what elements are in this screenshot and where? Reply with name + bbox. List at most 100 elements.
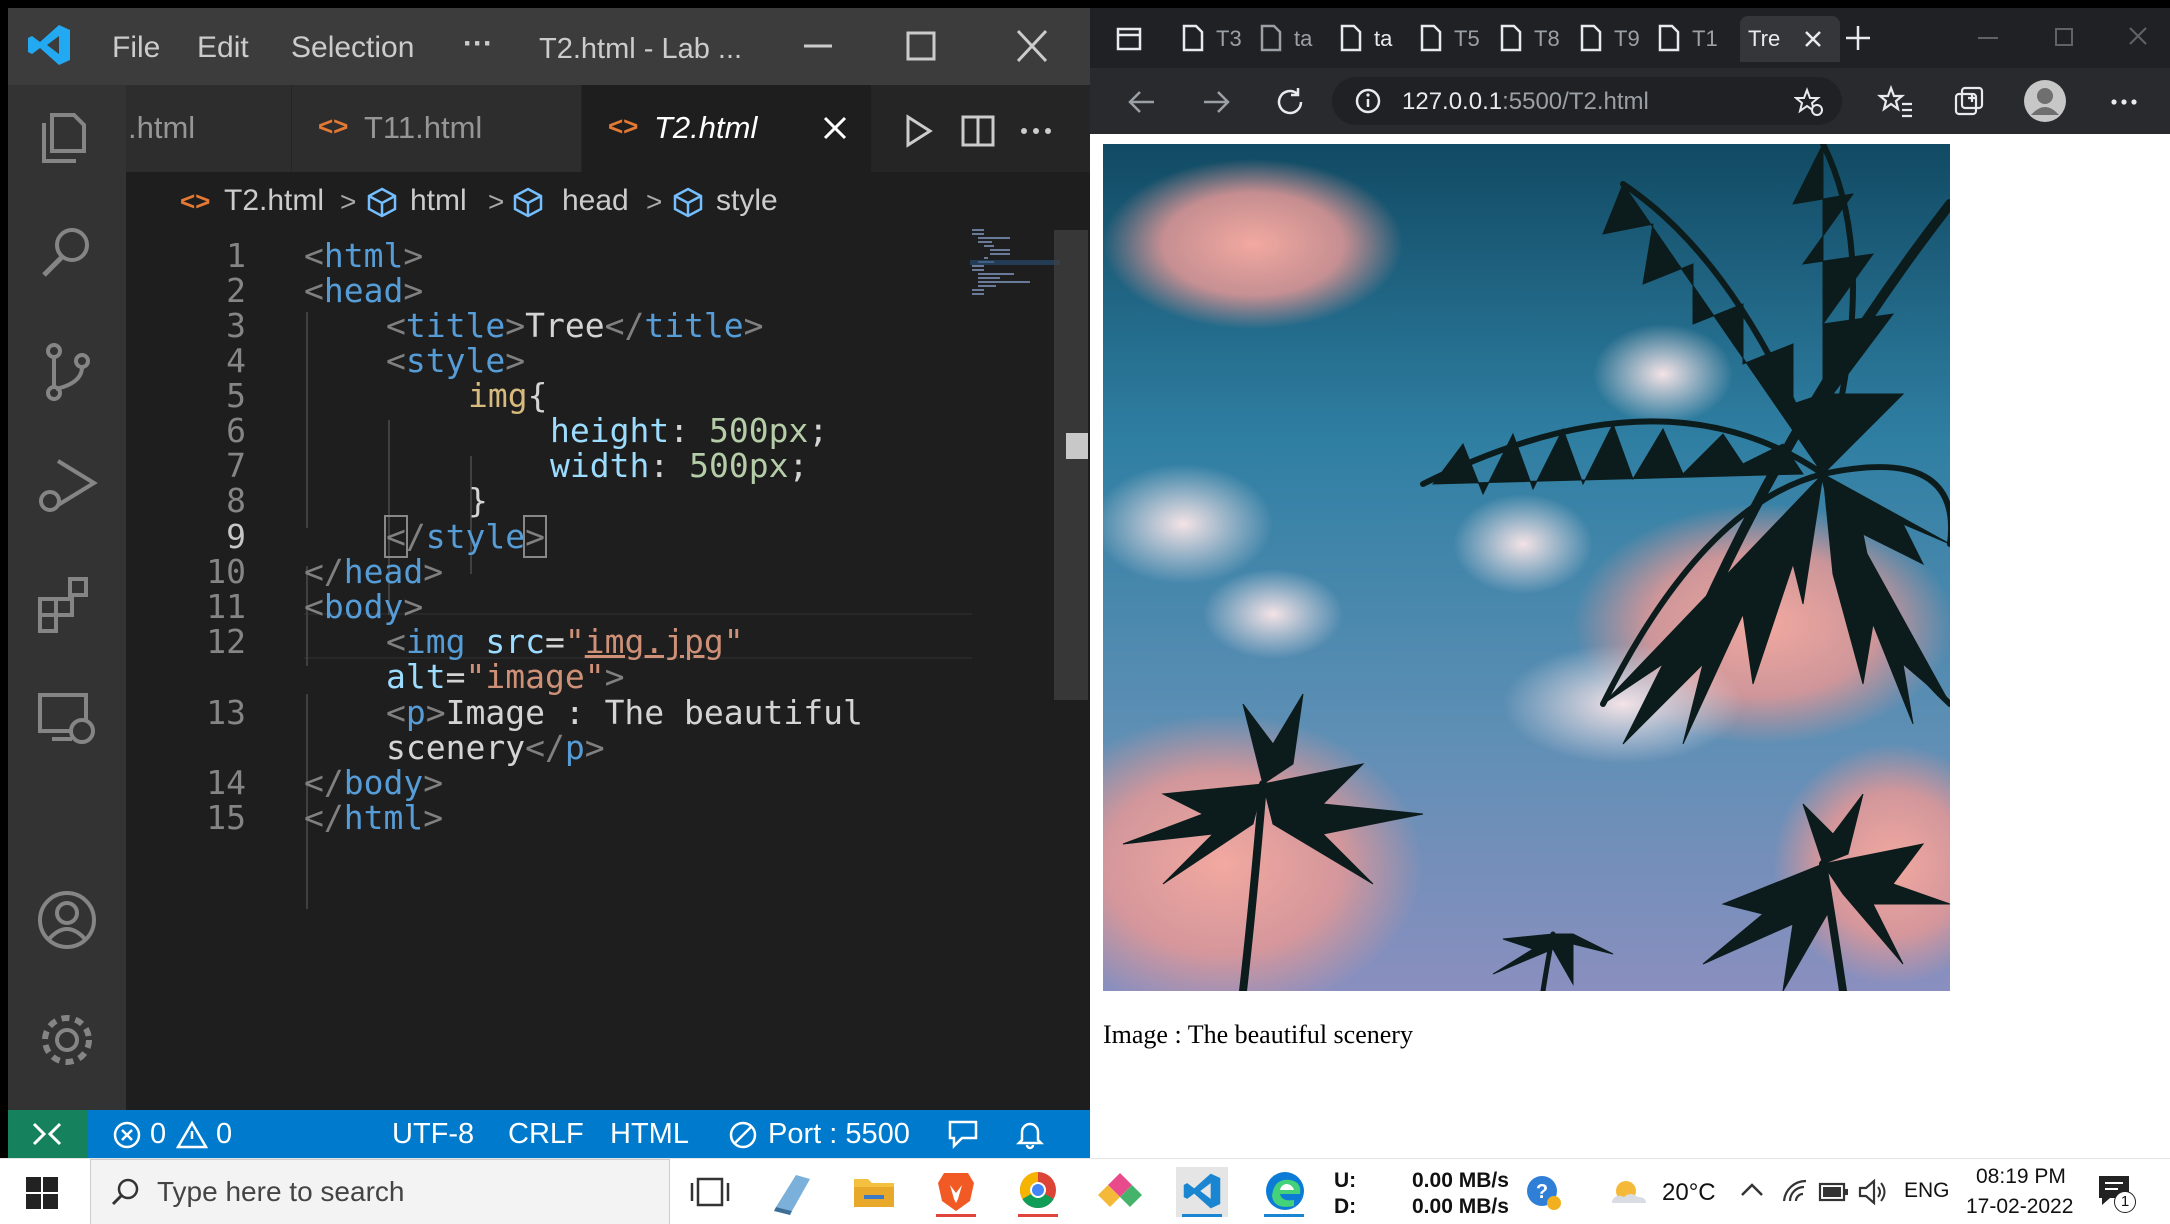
vscode-logo-icon [1183, 1173, 1221, 1209]
menu-edit[interactable]: Edit [197, 31, 249, 65]
breadcrumb-html[interactable]: html [410, 184, 467, 218]
remote-icon [32, 1122, 62, 1146]
tab-actions-icon[interactable] [1114, 24, 1144, 54]
code-line-3: <title>Tree</title> [386, 306, 764, 345]
breadcrumb-head[interactable]: head [562, 184, 629, 218]
favorite-add-icon[interactable] [1794, 87, 1824, 117]
brave-icon [938, 1173, 974, 1211]
error-icon[interactable] [112, 1120, 142, 1150]
maximize-icon[interactable] [890, 26, 950, 66]
task-view-icon[interactable] [684, 1167, 736, 1217]
file-explorer-icon[interactable] [848, 1167, 900, 1217]
extensions-icon[interactable] [32, 569, 102, 639]
explorer-icon[interactable] [32, 101, 102, 171]
notifications-bell-icon[interactable] [1014, 1118, 1046, 1150]
chevron-up-icon[interactable] [1738, 1179, 1766, 1201]
help-icon[interactable]: ? [1524, 1173, 1564, 1213]
account-icon[interactable] [32, 885, 102, 955]
warning-count[interactable]: 0 [216, 1118, 232, 1151]
clock-date[interactable]: 17-02-2022 [1966, 1195, 2073, 1219]
line-number: 7 [226, 446, 246, 485]
address-bar[interactable]: 127.0.0.1:5500/T2.html [1332, 77, 1842, 125]
error-count[interactable]: 0 [150, 1118, 166, 1151]
code-line-9: </style> [384, 515, 547, 558]
notification-count: 1 [2114, 1191, 2136, 1213]
battery-icon[interactable] [1818, 1179, 1850, 1205]
forward-icon[interactable] [1196, 82, 1236, 122]
code-editor[interactable]: 1 2 3 4 5 6 7 8 9 10 11 12 13 14 15 <htm… [126, 230, 1072, 1110]
indent-guide [306, 312, 308, 528]
more-icon[interactable] [2104, 82, 2144, 122]
live-server-port[interactable]: Port : 5500 [768, 1118, 910, 1151]
minimize-icon[interactable] [788, 26, 848, 66]
line-number: 4 [226, 341, 246, 380]
chrome-taskbar-item[interactable] [1012, 1167, 1064, 1217]
minimap[interactable] [970, 226, 1060, 306]
close-icon[interactable] [822, 115, 848, 141]
close-window-icon[interactable] [1002, 26, 1062, 66]
live-server-icon[interactable] [728, 1120, 758, 1150]
page-icon [1500, 24, 1522, 52]
more-icon[interactable] [1016, 111, 1056, 151]
color-app-icon[interactable] [1094, 1167, 1146, 1217]
run-debug-icon[interactable] [32, 451, 102, 521]
info-icon[interactable] [1354, 87, 1382, 115]
close-tab-icon[interactable] [1802, 28, 1824, 50]
volume-icon[interactable] [1856, 1177, 1888, 1207]
notification-center[interactable]: 1 [2092, 1171, 2138, 1215]
favorites-icon[interactable] [1876, 82, 1916, 122]
search-icon[interactable] [32, 217, 102, 287]
vscode-titlebar: File Edit Selection ··· T2.html - Lab ..… [8, 8, 1090, 85]
editor-scrollbar[interactable] [1054, 230, 1088, 700]
input-language[interactable]: ENG [1904, 1179, 1950, 1203]
encoding-indicator[interactable]: UTF-8 [392, 1118, 474, 1151]
collections-icon[interactable] [1950, 82, 1990, 122]
url-text[interactable]: 127.0.0.1:5500/T2.html [1402, 88, 1649, 116]
page-icon [1580, 24, 1602, 52]
line-number: 13 [206, 693, 246, 732]
page-icon [1658, 24, 1680, 52]
vscode-taskbar-item[interactable] [1176, 1167, 1228, 1217]
net-down-speed: 0.00 MB/s [1412, 1195, 1509, 1218]
clock-time[interactable]: 08:19 PM [1976, 1165, 2066, 1189]
windows-start-icon[interactable] [22, 1173, 62, 1213]
tab-partial-html[interactable]: .html [126, 85, 292, 172]
eol-indicator[interactable]: CRLF [508, 1118, 584, 1151]
close-window-icon[interactable] [2120, 22, 2156, 54]
edge-taskbar-item[interactable] [1258, 1167, 1310, 1217]
minimize-icon[interactable] [1970, 22, 2006, 54]
maximize-icon[interactable] [2046, 22, 2082, 54]
run-icon[interactable] [898, 111, 938, 151]
feedback-icon[interactable] [946, 1118, 980, 1150]
breadcrumb-file[interactable]: T2.html [224, 184, 324, 218]
temperature[interactable]: 20°C [1662, 1179, 1716, 1207]
brave-taskbar-item[interactable] [930, 1167, 982, 1217]
settings-gear-icon[interactable] [32, 1005, 102, 1075]
menu-more[interactable]: ··· [463, 27, 493, 61]
page-icon [1260, 24, 1282, 52]
taskbar-search-box[interactable]: Type here to search [90, 1159, 670, 1224]
svg-text:?: ? [1536, 1181, 1548, 1203]
breadcrumb-style[interactable]: style [716, 184, 778, 218]
warning-icon[interactable] [176, 1120, 208, 1150]
remote-explorer-icon[interactable] [32, 683, 102, 753]
wifi-icon[interactable] [1780, 1177, 1810, 1207]
tab-t11-html[interactable]: <> T11.html [292, 85, 582, 172]
profile-icon[interactable] [2022, 78, 2068, 124]
new-tab-icon[interactable] [1842, 22, 1874, 54]
split-editor-icon[interactable] [958, 111, 998, 151]
source-control-icon[interactable] [32, 337, 102, 407]
back-icon[interactable] [1122, 82, 1162, 122]
menu-file[interactable]: File [112, 31, 160, 65]
language-mode[interactable]: HTML [610, 1118, 689, 1151]
edge-icon [1266, 1172, 1304, 1210]
tab-t2-html[interactable]: <> T2.html [582, 85, 872, 172]
browser-tab-active[interactable]: Tre [1740, 16, 1840, 62]
weather-icon[interactable] [1606, 1171, 1650, 1211]
file-app-icon[interactable] [766, 1167, 818, 1217]
menu-selection[interactable]: Selection [291, 31, 414, 65]
tab-label: .html [128, 110, 196, 145]
remote-indicator[interactable] [8, 1110, 88, 1158]
line-number: 15 [206, 798, 246, 837]
refresh-icon[interactable] [1270, 82, 1310, 122]
